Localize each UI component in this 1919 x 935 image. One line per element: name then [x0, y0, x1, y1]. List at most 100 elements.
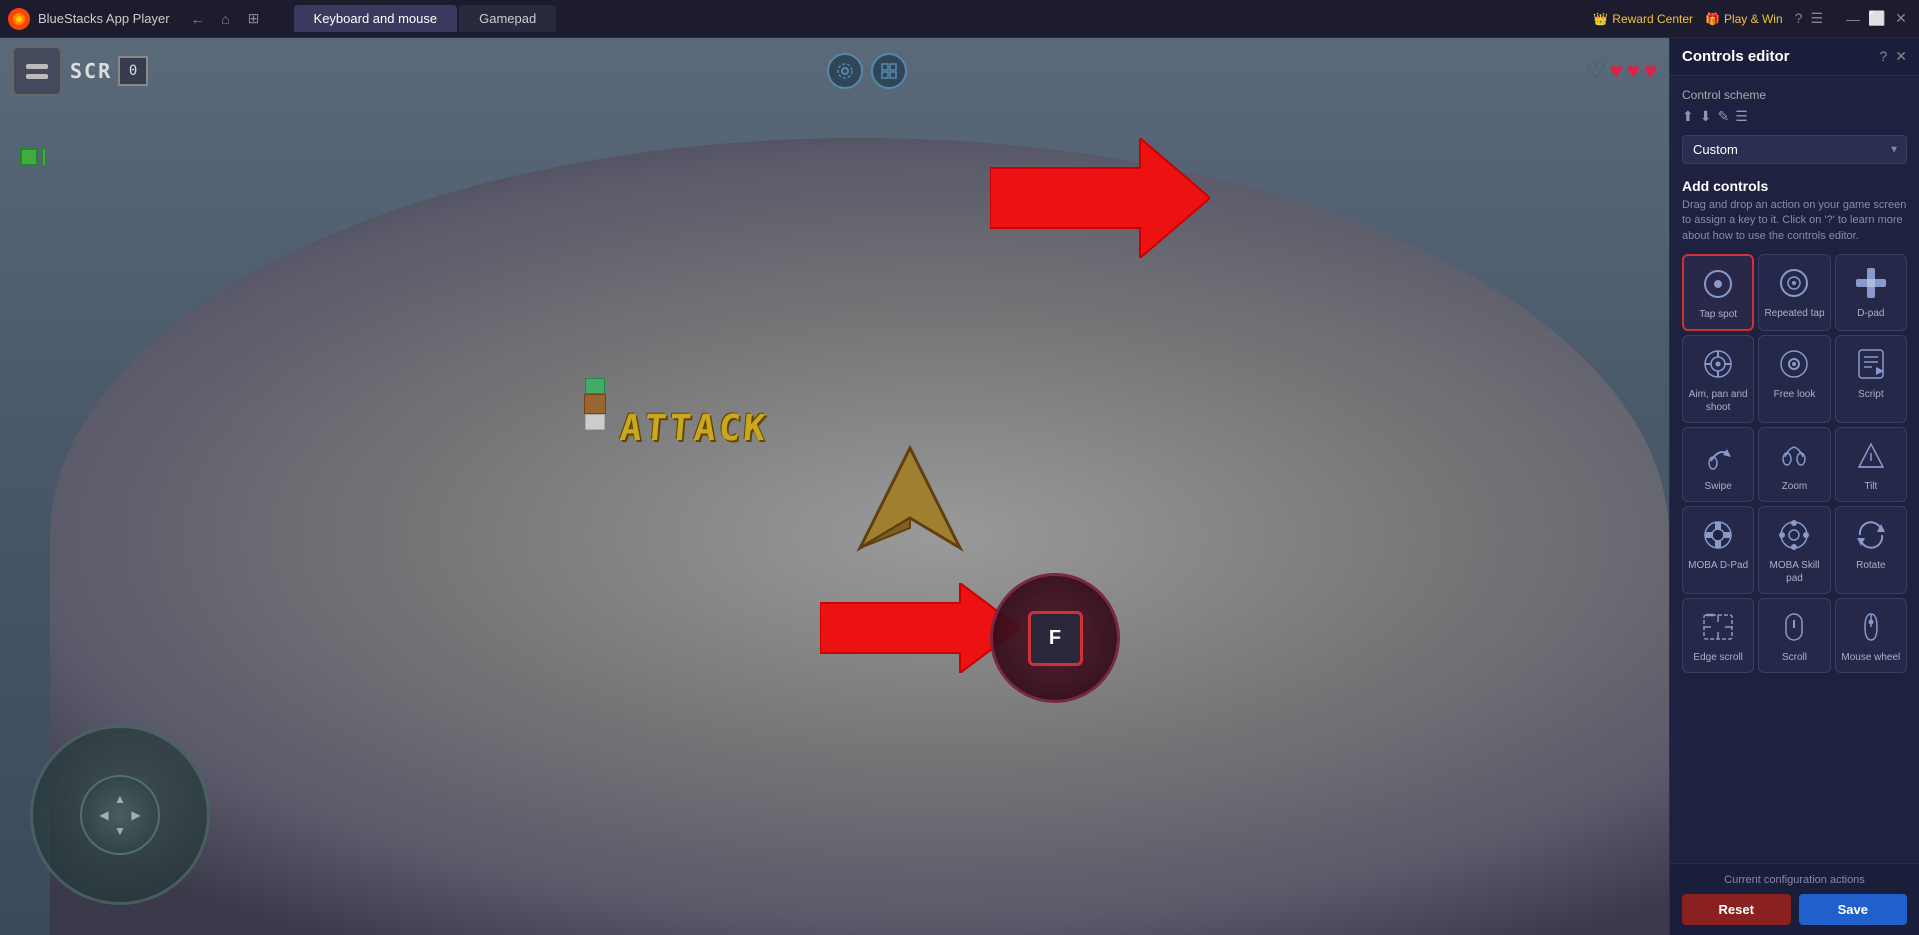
control-d-pad[interactable]: D-pad	[1835, 254, 1907, 331]
footer-buttons: Reset Save	[1682, 894, 1907, 925]
control-tap-spot[interactable]: Tap spot	[1682, 254, 1754, 331]
nav-home-button[interactable]: ⌂	[214, 7, 238, 31]
svg-text:5: 5	[1715, 531, 1721, 542]
swipe-label: Swipe	[1705, 480, 1732, 493]
control-tilt[interactable]: Tilt	[1835, 427, 1907, 502]
scheme-select[interactable]: Custom	[1682, 135, 1907, 164]
heart-1: ♡	[1586, 58, 1606, 84]
rotate-icon	[1853, 517, 1889, 553]
control-mouse-wheel[interactable]: Mouse wheel	[1835, 598, 1907, 673]
editor-close-icon[interactable]: ✕	[1895, 48, 1907, 65]
edge-scroll-label: Edge scroll	[1693, 651, 1742, 664]
dpad-empty-tl	[97, 792, 111, 806]
control-swipe[interactable]: Swipe	[1682, 427, 1754, 502]
dpad-right: ▶	[129, 808, 143, 822]
hud-score: SCR 0	[70, 56, 148, 86]
tab-keyboard-mouse[interactable]: Keyboard and mouse	[294, 5, 458, 32]
script-icon	[1853, 346, 1889, 382]
free-look-icon	[1776, 346, 1812, 382]
joystick[interactable]: ▲ ◀ ▶ ▼	[30, 725, 210, 905]
nav-back-button[interactable]: ←	[186, 7, 210, 31]
scheme-select-wrapper: Custom	[1682, 135, 1907, 164]
control-aim-pan-shoot[interactable]: Aim, pan and shoot	[1682, 335, 1754, 423]
play-win-icon: 🎁	[1705, 12, 1720, 26]
title-bar: BlueStacks App Player ← ⌂ ⊞ Keyboard and…	[0, 0, 1919, 38]
control-moba-d-pad[interactable]: 5 MOBA D-Pad	[1682, 506, 1754, 594]
window-controls: — ⬜ ✕	[1843, 9, 1911, 29]
editor-footer: Current configuration actions Reset Save	[1670, 863, 1919, 935]
play-win-button[interactable]: 🎁 Play & Win	[1705, 12, 1783, 26]
control-zoom[interactable]: Zoom	[1758, 427, 1830, 502]
free-look-label: Free look	[1774, 388, 1816, 401]
character	[580, 378, 610, 438]
minimize-button[interactable]: —	[1843, 9, 1863, 29]
char-head	[585, 378, 605, 394]
dpad-empty-bl	[97, 824, 111, 838]
editor-title-bar: Controls editor ? ✕	[1670, 38, 1919, 76]
maximize-button[interactable]: ⬜	[1867, 9, 1887, 29]
controls-editor: Controls editor ? ✕ Control scheme ⬆ ⬇ ✎…	[1669, 38, 1919, 935]
save-button[interactable]: Save	[1799, 894, 1908, 925]
green-blocks	[20, 148, 46, 166]
add-controls-desc: Drag and drop an action on your game scr…	[1682, 198, 1907, 244]
hud-left: SCR 0	[12, 46, 148, 96]
nav-buttons: ← ⌂ ⊞	[186, 7, 266, 31]
scroll-label: Scroll	[1782, 651, 1807, 664]
joystick-inner: ▲ ◀ ▶ ▼	[80, 775, 160, 855]
dpad-empty-tr	[129, 792, 143, 806]
repeated-tap-icon	[1776, 265, 1812, 301]
hud-hearts: ♡ ♥ ♥ ♥	[1586, 58, 1657, 84]
scheme-more-icon[interactable]: ☰	[1735, 108, 1748, 125]
moba-skill-pad-icon	[1776, 517, 1812, 553]
editor-title-icons: ? ✕	[1879, 48, 1907, 65]
close-button[interactable]: ✕	[1891, 9, 1911, 29]
dpad-arrows: ▲ ◀ ▶ ▼	[97, 792, 143, 838]
app-logo	[8, 8, 30, 30]
control-script[interactable]: Script	[1835, 335, 1907, 423]
control-scroll[interactable]: Scroll	[1758, 598, 1830, 673]
heart-2: ♥	[1610, 58, 1623, 84]
control-free-look[interactable]: Free look	[1758, 335, 1830, 423]
mouse-wheel-icon	[1853, 609, 1889, 645]
interact-f-button[interactable]: F	[1028, 611, 1083, 666]
scheme-label: Control scheme	[1682, 88, 1907, 102]
footer-label: Current configuration actions	[1682, 874, 1907, 886]
control-edge-scroll[interactable]: Edge scroll	[1682, 598, 1754, 673]
aim-pan-shoot-label: Aim, pan and shoot	[1687, 388, 1749, 414]
menu-icon[interactable]: ☰	[1810, 10, 1823, 27]
zoom-label: Zoom	[1782, 480, 1808, 493]
editor-body: Control scheme ⬆ ⬇ ✎ ☰ Custom Add contro…	[1670, 76, 1919, 863]
hud-settings-icon[interactable]	[827, 53, 863, 89]
hud-center	[827, 53, 907, 89]
score-value: 0	[118, 56, 148, 86]
tab-bar: Keyboard and mouse Gamepad	[294, 5, 557, 32]
tab-gamepad[interactable]: Gamepad	[459, 5, 556, 32]
app-name: BlueStacks App Player	[38, 11, 170, 26]
score-label: SCR	[70, 59, 112, 83]
title-icons: ? ☰	[1795, 10, 1823, 27]
editor-help-icon[interactable]: ?	[1879, 48, 1887, 65]
help-icon[interactable]: ?	[1795, 10, 1803, 27]
game-hud: SCR 0	[0, 38, 1669, 104]
tap-spot-icon	[1700, 266, 1736, 302]
scheme-action-icons: ⬆ ⬇ ✎ ☰	[1682, 108, 1907, 125]
attack-text: ATTACK	[618, 408, 770, 449]
char-legs	[585, 414, 605, 430]
reward-center-button[interactable]: 👑 Reward Center	[1593, 12, 1693, 26]
control-repeated-tap[interactable]: Repeated tap	[1758, 254, 1830, 331]
control-rotate[interactable]: Rotate	[1835, 506, 1907, 594]
moba-d-pad-icon: 5	[1700, 517, 1736, 553]
reset-button[interactable]: Reset	[1682, 894, 1791, 925]
hud-grid-icon[interactable]	[871, 53, 907, 89]
interact-circle[interactable]: F	[990, 573, 1120, 703]
reward-icon: 👑	[1593, 12, 1608, 26]
scheme-upload-icon[interactable]: ⬆	[1682, 108, 1694, 125]
dpad-left: ◀	[97, 808, 111, 822]
control-scheme-section: Control scheme ⬆ ⬇ ✎ ☰ Custom	[1682, 88, 1907, 164]
control-moba-skill-pad[interactable]: MOBA Skill pad	[1758, 506, 1830, 594]
scheme-edit-icon[interactable]: ✎	[1717, 108, 1729, 125]
nav-windows-button[interactable]: ⊞	[242, 7, 266, 31]
hud-menu-icon[interactable]	[12, 46, 62, 96]
scheme-download-icon[interactable]: ⬇	[1700, 108, 1712, 125]
sword-item	[850, 438, 970, 563]
